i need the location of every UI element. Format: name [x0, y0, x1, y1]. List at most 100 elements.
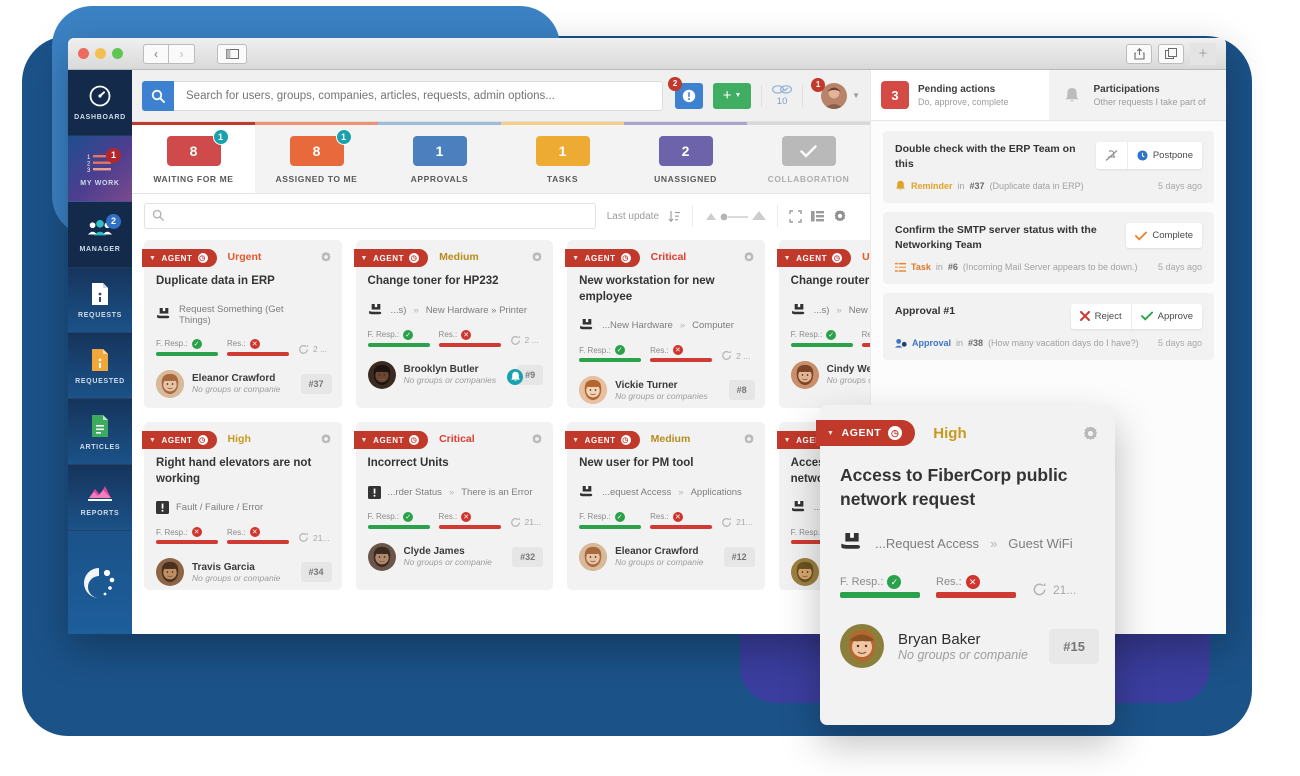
tab-unassigned[interactable]: 2 UNASSIGNED	[624, 122, 747, 193]
window-controls[interactable]	[78, 48, 123, 59]
agent-tag[interactable]: ▼ AGENT ◷	[142, 431, 217, 449]
card-title: Change router in 2nd floor	[790, 275, 870, 287]
search-icon[interactable]	[142, 80, 174, 111]
maximize-window-button[interactable]	[112, 48, 123, 59]
user-menu[interactable]: 1 ▼	[811, 77, 860, 109]
request-card-popup[interactable]: ▼ AGENT ◷ High Access to FiberCorp publi…	[816, 405, 1115, 725]
category-2: New Hardware » Printer	[425, 304, 528, 316]
back-button[interactable]: ‹	[143, 43, 169, 64]
resolution-label: Res.:	[936, 576, 962, 589]
copy-tabs-icon[interactable]	[1158, 43, 1184, 64]
tab-waiting-for-me[interactable]: 8 1 WAITING FOR ME	[132, 122, 255, 193]
gear-icon[interactable]	[833, 209, 847, 223]
card-header: ▼ AGENT ◷ Medium	[353, 240, 554, 268]
grid-view-icon[interactable]	[811, 210, 824, 223]
pending-action-button[interactable]	[1095, 142, 1127, 169]
pending-tab-title: Participations	[1093, 83, 1160, 95]
sidebar-item-manager[interactable]: 2 MANAGER	[68, 202, 132, 268]
pending-action-kind[interactable]: Reminder	[911, 181, 953, 191]
close-window-button[interactable]	[78, 48, 89, 59]
request-card[interactable]: ▼ AGENT ◷ Urgent Change router in 2nd fl…	[776, 240, 870, 408]
approval-user-icon	[895, 338, 907, 349]
create-button[interactable]: + ▼	[713, 82, 752, 109]
gear-icon[interactable]	[320, 251, 332, 263]
sidebar-item-reports[interactable]: REPORTS	[68, 465, 132, 532]
pending-tab-subtitle: Other requests I take part of	[1093, 96, 1206, 107]
refresh-icon	[298, 532, 309, 543]
request-card[interactable]: ▼ AGENT ◷ High Right hand elevators are …	[142, 422, 342, 590]
gear-icon[interactable]	[531, 251, 543, 263]
gear-icon[interactable]	[743, 433, 755, 445]
gear-icon[interactable]	[1082, 425, 1099, 442]
sort-control[interactable]: Last update	[596, 205, 692, 227]
density-slider-icon[interactable]	[704, 210, 766, 223]
request-card[interactable]: ▼ AGENT ◷ Critical New workstation for n…	[565, 240, 765, 408]
avatar	[840, 624, 884, 669]
gear-icon[interactable]	[531, 433, 543, 445]
agent-tag[interactable]: ▼ AGENT ◷	[353, 249, 429, 267]
tab-approvals[interactable]: 1 APPROVALS	[378, 122, 501, 193]
sort-descending-icon[interactable]	[668, 210, 681, 223]
tab-assigned-to-me[interactable]: 8 1 ASSIGNED TO ME	[255, 122, 378, 193]
chat-button[interactable]: 10	[761, 84, 804, 107]
mute-bell-icon	[1105, 149, 1118, 162]
sidebar-toggle-icon[interactable]	[217, 43, 247, 64]
fault-icon	[367, 485, 381, 499]
global-search-input[interactable]	[174, 80, 664, 111]
request-card[interactable]: ▼ AGENT ◷ Critical Incorrect Units ...rd…	[353, 422, 554, 590]
new-tab-button[interactable]: +	[1190, 42, 1216, 65]
first-response-sla: F. Resp.: ✓	[579, 511, 642, 529]
pending-action-kind[interactable]: Approval	[912, 338, 951, 348]
gear-icon[interactable]	[320, 433, 332, 445]
bell-icon	[1059, 87, 1085, 104]
fullscreen-icon[interactable]	[789, 209, 802, 223]
category-separator: »	[678, 486, 684, 498]
pending-action-buttons[interactable]: Reject Approve	[1070, 303, 1202, 329]
pending-action-ref[interactable]: #6	[948, 262, 958, 272]
pending-action-buttons[interactable]: Postpone	[1095, 142, 1202, 169]
board-search-input[interactable]	[144, 203, 596, 229]
pending-action-kind[interactable]: Task	[911, 262, 931, 272]
tab-collaboration[interactable]: COLLABORATION	[747, 122, 870, 193]
pending-panel-tab-pending-actions[interactable]: 3 Pending actions Do, approve, complete	[871, 70, 1049, 120]
minimize-window-button[interactable]	[95, 48, 106, 59]
pending-action-card[interactable]: Approval #1 Reject Approve Approval in #…	[883, 292, 1214, 360]
sidebar-item-requests[interactable]: REQUESTS	[68, 267, 132, 334]
pending-action-button[interactable]: Complete	[1126, 223, 1202, 249]
first-response-label-row: F. Resp.: ✓	[368, 329, 430, 340]
view-controls[interactable]	[777, 205, 858, 227]
pending-action-card[interactable]: Confirm the SMTP server status with the …	[883, 212, 1214, 284]
sidebar-item-articles[interactable]: ARTICLES	[68, 399, 132, 466]
agent-tag[interactable]: ▼ AGENT ◷	[353, 431, 429, 449]
request-card[interactable]: ▼ AGENT ◷ Medium New user for PM tool ..…	[565, 422, 765, 590]
request-card[interactable]: ▼ AGENT ◷ Urgent Duplicate data in ERP R…	[142, 240, 342, 408]
alerts-button[interactable]: 2	[668, 76, 704, 109]
pending-action-button[interactable]: Postpone	[1126, 142, 1202, 169]
pending-action-button[interactable]: Reject	[1070, 303, 1131, 329]
agent-tag[interactable]: ▼ AGENT ◷	[816, 420, 916, 446]
browser-nav-buttons[interactable]: ‹ ›	[143, 43, 195, 64]
pending-panel-tab-participations[interactable]: Participations Other requests I take par…	[1049, 70, 1227, 120]
avatar[interactable]	[821, 82, 848, 109]
x-fail-icon: ✕	[965, 575, 980, 590]
agent-tag[interactable]: ▼ AGENT ◷	[776, 249, 852, 267]
agent-tag[interactable]: ▼ AGENT ◷	[565, 249, 640, 267]
agent-tag[interactable]: ▼ AGENT ◷	[142, 249, 217, 267]
request-card[interactable]: ▼ AGENT ◷ Medium Change toner for HP232 …	[353, 240, 554, 408]
sidebar-item-my-work[interactable]: 1 1 2 3 MY WORK	[68, 135, 132, 202]
pending-action-top: Approval #1 Reject Approve	[895, 303, 1202, 329]
tab-tasks[interactable]: 1 TASKS	[501, 122, 624, 193]
sidebar-item-dashboard[interactable]: DASHBOARD	[68, 70, 132, 136]
pending-action-ref[interactable]: #38	[968, 338, 983, 348]
pending-action-buttons[interactable]: Complete	[1126, 223, 1202, 249]
gear-icon[interactable]	[743, 251, 755, 263]
agent-tag[interactable]: ▼ AGENT ◷	[565, 431, 640, 449]
pending-action-card[interactable]: Double check with the ERP Team on this P…	[883, 131, 1214, 204]
sidebar-item-requested[interactable]: REQUESTED	[68, 333, 132, 400]
share-icon[interactable]	[1126, 43, 1152, 64]
request-hand-icon	[840, 533, 864, 553]
density-slider[interactable]	[692, 205, 777, 227]
pending-action-ref[interactable]: #37	[970, 181, 985, 191]
pending-action-button[interactable]: Approve	[1130, 303, 1202, 329]
forward-button[interactable]: ›	[169, 43, 195, 64]
